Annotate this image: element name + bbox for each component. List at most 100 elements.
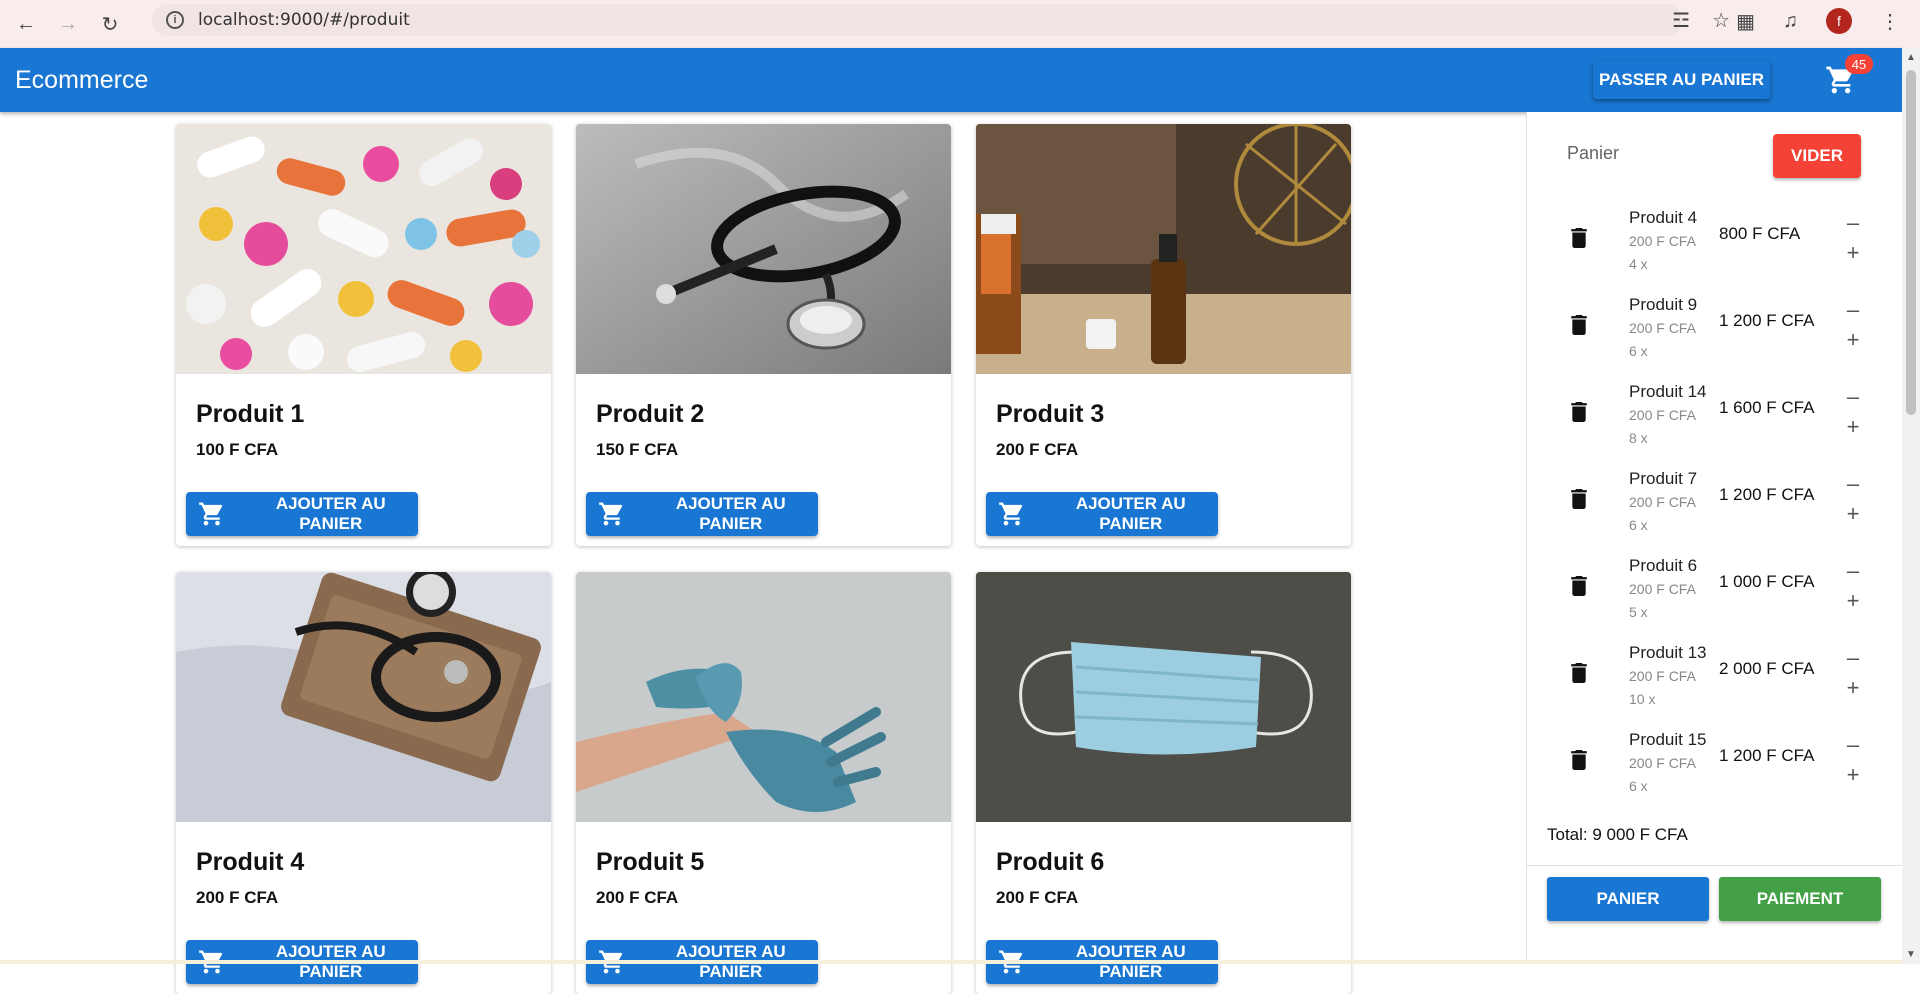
cart-item-total: 800 F CFA	[1719, 224, 1801, 243]
cart-item-total: 1 200 F CFA	[1719, 311, 1815, 330]
product-price: 200 F CFA	[596, 888, 679, 907]
add-to-cart-button[interactable]: AJOUTER AU PANIER	[586, 492, 818, 536]
add-to-cart-button[interactable]: AJOUTER AU PANIER	[986, 492, 1218, 536]
cart-item: Produit 9 200 F CFA 6 x 1 200 F CFA – +	[1527, 287, 1903, 374]
cart-item-name: Produit 14	[1629, 382, 1707, 401]
cart-item-unit-price: 200 F CFA	[1629, 407, 1696, 423]
decrease-quantity-icon[interactable]: –	[1841, 299, 1865, 323]
increase-quantity-icon[interactable]: +	[1841, 503, 1865, 527]
product-price: 200 F CFA	[196, 888, 279, 907]
cart-item-unit-price: 200 F CFA	[1629, 233, 1696, 249]
forward-icon[interactable]: →	[52, 8, 84, 40]
product-card: Produit 1 100 F CFA AJOUTER AU PANIER	[176, 124, 551, 546]
cart-item-name: Produit 7	[1629, 469, 1698, 488]
back-icon[interactable]: ←	[10, 8, 42, 40]
product-card: Produit 3 200 F CFA AJOUTER AU PANIER	[976, 124, 1351, 546]
cart-item: Produit 4 200 F CFA 4 x 800 F CFA – +	[1527, 200, 1903, 287]
increase-quantity-icon[interactable]: +	[1841, 764, 1865, 788]
clear-cart-button[interactable]: VIDER	[1773, 134, 1861, 178]
product-image-mask	[976, 572, 1351, 822]
page-scrollbar[interactable]: ▲ ▼	[1902, 48, 1920, 964]
cart-list: Produit 4 200 F CFA 4 x 800 F CFA – + Pr…	[1527, 200, 1903, 809]
product-title: Produit 5	[596, 848, 705, 876]
extensions-icon[interactable]: ▦	[1736, 9, 1755, 34]
checkout-button[interactable]: PAIEMENT	[1719, 877, 1881, 921]
product-price: 150 F CFA	[596, 440, 679, 459]
trash-icon[interactable]	[1571, 663, 1587, 683]
add-to-cart-button[interactable]: AJOUTER AU PANIER	[186, 492, 418, 536]
go-to-cart-button[interactable]: PASSER AU PANIER	[1593, 61, 1770, 99]
header-cart-button[interactable]: 45	[1825, 54, 1873, 96]
increase-quantity-icon[interactable]: +	[1841, 416, 1865, 440]
cart-item-quantity: 5 x	[1629, 604, 1648, 620]
decrease-quantity-icon[interactable]: –	[1841, 386, 1865, 410]
product-card: Produit 2 150 F CFA AJOUTER AU PANIER	[576, 124, 951, 546]
cart-total: Total: 9 000 F CFA	[1547, 825, 1688, 844]
cart-item-name: Produit 15	[1629, 730, 1707, 749]
trash-icon[interactable]	[1571, 402, 1587, 422]
decrease-quantity-icon[interactable]: –	[1841, 647, 1865, 671]
divider	[1527, 865, 1903, 866]
cart-item-total: 1 600 F CFA	[1719, 398, 1815, 417]
site-info-icon[interactable]: i	[166, 11, 184, 29]
url-text[interactable]: localhost:9000/#/produit	[198, 10, 410, 30]
cart-icon	[199, 502, 223, 526]
decrease-quantity-icon[interactable]: –	[1841, 473, 1865, 497]
product-price: 100 F CFA	[196, 440, 279, 459]
product-price: 200 F CFA	[996, 440, 1079, 459]
decrease-quantity-icon[interactable]: –	[1841, 560, 1865, 584]
increase-quantity-icon[interactable]: +	[1841, 677, 1865, 701]
cart-item: Produit 7 200 F CFA 6 x 1 200 F CFA – +	[1527, 461, 1903, 548]
cart-heading: Panier	[1567, 143, 1620, 163]
product-price: 200 F CFA	[996, 888, 1079, 907]
product-title: Produit 2	[596, 400, 705, 428]
cart-item-total: 1 000 F CFA	[1719, 572, 1815, 591]
product-image-pills	[176, 124, 551, 374]
trash-icon[interactable]	[1571, 489, 1587, 509]
cart-item-name: Produit 9	[1629, 295, 1698, 314]
add-to-cart-label: AJOUTER AU PANIER	[675, 494, 786, 533]
cart-item-quantity: 4 x	[1629, 256, 1648, 272]
increase-quantity-icon[interactable]: +	[1841, 329, 1865, 353]
cart-item-unit-price: 200 F CFA	[1629, 668, 1696, 684]
cart-item: Produit 6 200 F CFA 5 x 1 000 F CFA – +	[1527, 548, 1903, 635]
profile-avatar[interactable]: f	[1826, 8, 1852, 34]
decrease-quantity-icon[interactable]: –	[1841, 734, 1865, 758]
reload-icon[interactable]: ↻	[94, 8, 126, 40]
media-control-icon[interactable]: ♫	[1783, 10, 1798, 33]
product-image-blood-pressure	[176, 572, 551, 822]
cart-item-total: 2 000 F CFA	[1719, 659, 1815, 678]
cart-count-badge: 45	[1845, 54, 1873, 74]
scroll-down-icon[interactable]: ▼	[1906, 949, 1916, 960]
scroll-up-icon[interactable]: ▲	[1906, 52, 1916, 63]
cart-item-total: 1 200 F CFA	[1719, 746, 1815, 765]
product-card: Produit 5 200 F CFA AJOUTER AU PANIER	[576, 572, 951, 994]
increase-quantity-icon[interactable]: +	[1841, 242, 1865, 266]
cart-item-total: 1 200 F CFA	[1719, 485, 1815, 504]
product-title: Produit 1	[196, 400, 305, 428]
trash-icon[interactable]	[1571, 228, 1587, 248]
address-bar[interactable]: i localhost:9000/#/produit	[152, 4, 1682, 36]
product-image-gloves	[576, 572, 951, 822]
translate-icon[interactable]: ☲	[1672, 8, 1690, 33]
trash-icon[interactable]	[1571, 315, 1587, 335]
browser-menu-icon[interactable]: ⋮	[1880, 9, 1900, 34]
cart-item-unit-price: 200 F CFA	[1629, 494, 1696, 510]
product-image-bottles	[976, 124, 1351, 374]
scroll-thumb[interactable]	[1906, 70, 1916, 415]
trash-icon[interactable]	[1571, 576, 1587, 596]
product-card: Produit 4 200 F CFA AJOUTER AU PANIER	[176, 572, 551, 994]
status-strip	[0, 960, 1902, 964]
trash-icon[interactable]	[1571, 750, 1587, 770]
add-to-cart-label: AJOUTER AU PANIER	[275, 494, 386, 533]
cart-item-unit-price: 200 F CFA	[1629, 320, 1696, 336]
decrease-quantity-icon[interactable]: –	[1841, 212, 1865, 236]
increase-quantity-icon[interactable]: +	[1841, 590, 1865, 614]
cart-item: Produit 13 200 F CFA 10 x 2 000 F CFA – …	[1527, 635, 1903, 722]
product-title: Produit 3	[996, 400, 1105, 428]
view-cart-button[interactable]: PANIER	[1547, 877, 1709, 921]
add-to-cart-label: AJOUTER AU PANIER	[1075, 494, 1186, 533]
app-title: Ecommerce	[15, 65, 149, 94]
bookmark-star-icon[interactable]: ☆	[1712, 8, 1730, 33]
cart-item-quantity: 8 x	[1629, 430, 1648, 446]
